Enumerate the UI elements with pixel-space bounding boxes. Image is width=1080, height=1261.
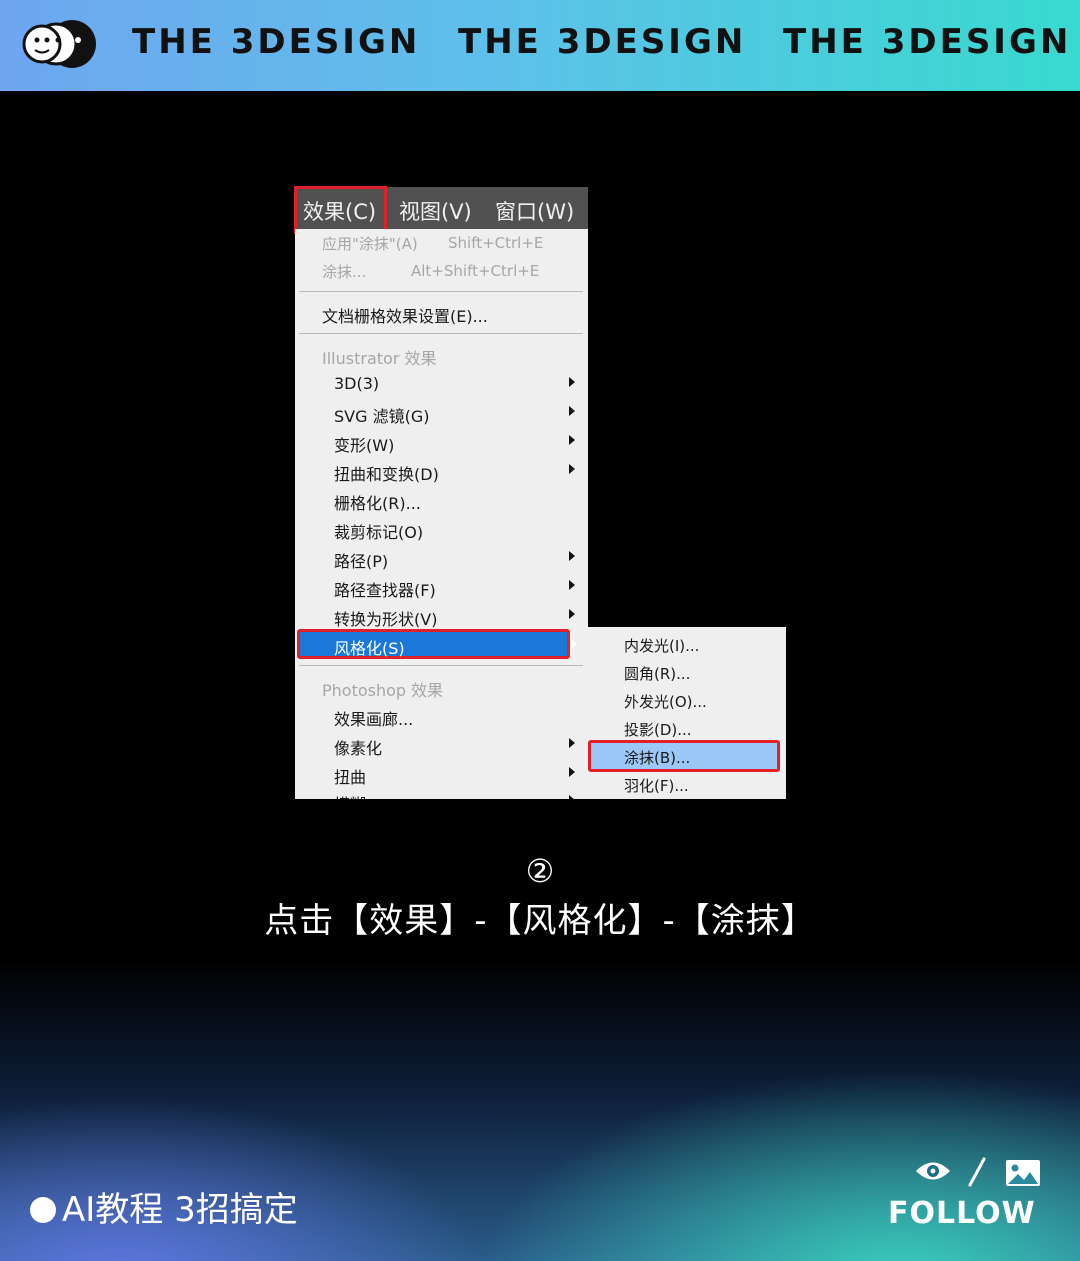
brand-text-1: THE 3DESIGN (132, 22, 421, 62)
effect-dropdown-menu: 应用"涂抹"(A) Shift+Ctrl+E 涂抹... Alt+Shift+C… (295, 229, 588, 799)
submenu-arrow-icon (569, 609, 575, 619)
menu-item-pathfinder[interactable]: 路径查找器(F) (334, 577, 436, 601)
menu-item-distort-transform[interactable]: 扭曲和变换(D) (334, 461, 439, 485)
brand-text-3: THE 3DESIGN (783, 22, 1072, 62)
faces-logo-icon (22, 20, 96, 68)
submenu-item-feather[interactable]: 羽化(F)... (624, 775, 689, 796)
photoshop-effects-header: Photoshop 效果 (322, 681, 444, 700)
brand-text-2: THE 3DESIGN (458, 22, 747, 62)
submenu-item-scribble[interactable]: 涂抹(B)... (624, 747, 690, 768)
submenu-arrow-icon (569, 377, 575, 387)
stylize-submenu: 内发光(I)... 圆角(R)... 外发光(O)... 投影(D)... 涂抹… (585, 627, 786, 799)
menu-item-last-effect: 涂抹... (322, 263, 367, 281)
menu-view[interactable]: 视图(V) (399, 196, 472, 226)
follow-label[interactable]: FOLLOW (888, 1196, 1036, 1231)
image-icon (1006, 1160, 1040, 1186)
submenu-item-outer-glow[interactable]: 外发光(O)... (624, 691, 707, 712)
footer-title-text: AI教程 3招搞定 (62, 1190, 298, 1230)
menu-item-warp[interactable]: 变形(W) (334, 432, 394, 456)
submenu-arrow-icon (569, 551, 575, 561)
header-banner: THE 3DESIGN THE 3DESIGN THE 3DESIGN (0, 0, 1080, 91)
submenu-arrow-icon (569, 406, 575, 416)
menu-item-apply-last: 应用"涂抹"(A) (322, 235, 418, 253)
menu-item-stylize[interactable]: 风格化(S) (334, 635, 405, 659)
menu-effect[interactable]: 效果(C) (293, 186, 388, 234)
menu-item-effect-gallery[interactable]: 效果画廊... (334, 706, 413, 730)
submenu-arrow-icon (569, 464, 575, 474)
bullet-dot-icon (30, 1197, 56, 1223)
submenu-arrow-icon (569, 580, 575, 590)
menu-item-rasterize[interactable]: 栅格化(R)... (334, 490, 421, 514)
menu-item-doc-raster[interactable]: 文档栅格效果设置(E)... (322, 303, 488, 327)
menu-item-distort[interactable]: 扭曲 (334, 764, 366, 788)
submenu-arrow-icon (569, 738, 575, 748)
step-caption: 点击【效果】-【风格化】-【涂抹】 (264, 901, 816, 941)
menu-separator (299, 333, 583, 334)
submenu-item-round-corners[interactable]: 圆角(R)... (624, 663, 690, 684)
slash-icon (968, 1157, 986, 1187)
menu-item-pixelate[interactable]: 像素化 (334, 735, 382, 759)
step-number: ② (525, 852, 555, 890)
menu-separator (299, 291, 583, 292)
eye-icon (916, 1162, 950, 1180)
submenu-item-drop-shadow[interactable]: 投影(D)... (624, 719, 692, 740)
shortcut-apply-last: Shift+Ctrl+E (448, 234, 544, 252)
menu-item-3d[interactable]: 3D(3) (334, 374, 379, 393)
submenu-arrow-icon (569, 435, 575, 445)
menu-item-svg-filters[interactable]: SVG 滤镜(G) (334, 403, 429, 427)
shortcut-last-effect: Alt+Shift+Ctrl+E (411, 262, 540, 280)
submenu-item-scribble-highlighted[interactable]: 涂抹(B)... (588, 740, 780, 772)
menu-item-blur[interactable]: 模糊 (334, 791, 366, 799)
footer-title: AI教程 3招搞定 (30, 1182, 298, 1231)
submenu-arrow-icon (569, 795, 575, 799)
menu-separator (299, 665, 583, 666)
menu-window[interactable]: 窗口(W) (495, 196, 574, 226)
submenu-arrow-icon (571, 639, 577, 649)
submenu-arrow-icon (569, 767, 575, 777)
menu-item-convert-to-shape[interactable]: 转换为形状(V) (334, 606, 437, 630)
menubar: 效果(C) 视图(V) 窗口(W) (293, 186, 588, 234)
menu-item-stylize-highlighted[interactable]: 风格化(S) (297, 629, 570, 659)
submenu-item-inner-glow[interactable]: 内发光(I)... (624, 635, 699, 656)
menu-item-crop-marks[interactable]: 裁剪标记(O) (334, 519, 423, 543)
illustrator-effects-header: Illustrator 效果 (322, 349, 437, 368)
menu-item-path[interactable]: 路径(P) (334, 548, 388, 572)
